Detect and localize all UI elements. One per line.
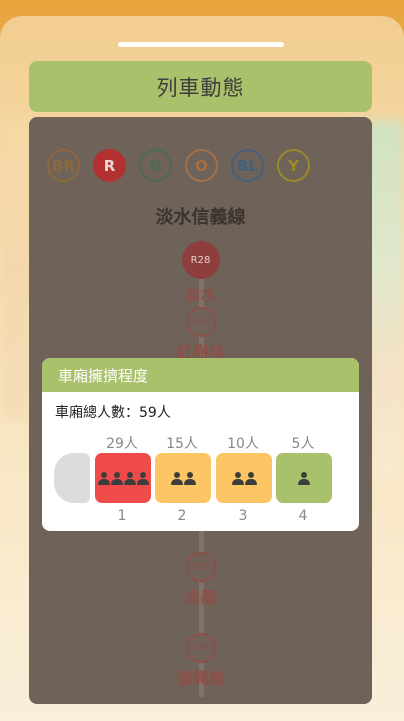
train-car-2[interactable] [155,453,211,503]
station-item[interactable]: R28 忠義 [29,552,372,608]
car-number: 4 [298,508,308,524]
person-icon [183,471,196,485]
station-code-badge: R28 [181,241,220,279]
train-car-3[interactable] [216,453,272,503]
car-count: 10人 [227,436,259,452]
station-item[interactable]: R28 復興崗 [29,633,372,689]
train-car-4[interactable] [276,453,332,503]
line-label: O [195,156,208,175]
popup-title: 車廂擁擠程度 [42,358,359,392]
current-line-name: 淡水信義線 [155,207,246,228]
station-name: 復興崗 [176,669,225,688]
car-number: 3 [238,508,248,524]
person-icon [298,471,310,485]
total-passengers: 車廂總人數：59人 [55,405,171,421]
train-car-1[interactable] [95,453,151,503]
station-name: 忠義 [184,588,217,607]
person-icon [231,471,244,485]
line-label: BR [52,156,75,175]
car-count: 5人 [291,436,315,452]
person-icon [123,471,136,485]
line-label: Y [288,156,299,175]
drag-handle[interactable] [118,42,284,47]
line-button-r[interactable]: R [93,149,126,182]
crowd-people-icon [170,471,196,485]
line-selector: BR R G O BL Y [47,149,310,182]
person-icon [97,471,110,485]
line-label: BL [237,156,258,175]
car-number: 2 [177,508,187,524]
line-label: R [103,156,116,175]
line-button-g[interactable]: G [139,149,172,182]
person-icon [110,471,123,485]
line-button-br[interactable]: BR [47,149,80,182]
car-count: 29人 [106,436,138,452]
car-number: 1 [117,508,127,524]
crowd-people-icon [298,471,310,485]
station-name: 淡水 [184,285,217,304]
station-item[interactable]: R28 紅樹林 [29,307,372,363]
station-code-badge: R28 [185,633,216,663]
person-icon [244,471,257,485]
station-code-badge: R28 [185,307,216,337]
station-code-badge: R28 [185,552,216,582]
station-item[interactable]: R28 淡水 [29,241,372,305]
line-button-y[interactable]: Y [277,149,310,182]
line-button-bl[interactable]: BL [231,149,264,182]
crowd-people-icon [231,471,257,485]
line-button-o[interactable]: O [185,149,218,182]
car-count: 15人 [166,436,198,452]
person-icon [170,471,183,485]
train-head [54,453,90,503]
line-label: G [149,156,162,175]
person-icon [136,471,149,485]
crowd-popup: 車廂擁擠程度 車廂總人數：59人 29人 15人 10人 5人 1 2 3 4 [42,358,359,531]
page-title: 列車動態 [29,61,372,112]
page-title-text: 列車動態 [156,75,245,100]
crowd-people-icon [97,471,149,485]
